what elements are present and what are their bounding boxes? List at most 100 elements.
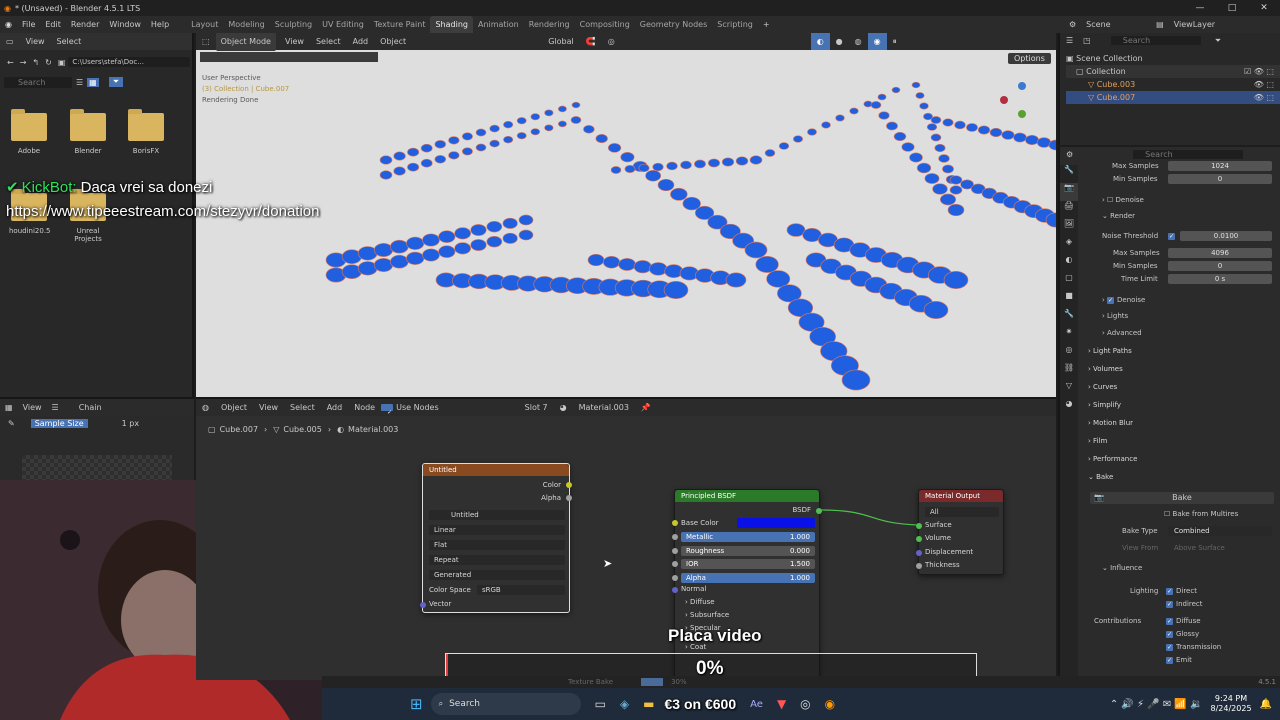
ie-view-menu[interactable]: View — [18, 403, 47, 412]
output-node-title[interactable]: Material Output — [919, 490, 1003, 502]
outliner-cube-007[interactable]: ▽ Cube.007 👁 ⬚ — [1066, 91, 1280, 104]
section-bake[interactable]: ⌄ Bake — [1088, 473, 1113, 481]
filter-icon[interactable]: ⏷ — [108, 77, 124, 87]
add-workspace-button[interactable]: + — [758, 16, 775, 33]
menu-window[interactable]: Window — [104, 16, 146, 33]
constraints-tab-icon[interactable]: ⛓ — [1060, 363, 1078, 381]
object-tab-icon[interactable]: ■ — [1060, 291, 1078, 309]
data-tab-icon[interactable]: ▽ — [1060, 381, 1078, 399]
panel-subsurface[interactable]: › Subsurface — [685, 611, 729, 619]
properties-editor-icon[interactable]: ⚙ — [1066, 150, 1073, 159]
taskbar-search[interactable]: ⌕ Search — [430, 693, 581, 715]
bsdf-field-metallic[interactable]: Metallic 1.000 — [681, 532, 815, 542]
displacement-socket[interactable] — [916, 550, 922, 556]
direct-checkbox[interactable]: ✓ Direct — [1166, 587, 1197, 595]
file-explorer-icon[interactable]: ▬ — [643, 697, 654, 711]
viewport-editor-icon[interactable]: ⬚ — [196, 33, 216, 50]
shading-solid-icon[interactable]: ● — [830, 33, 849, 50]
folder-blender[interactable]: Blender — [68, 109, 108, 155]
alpha-output-socket[interactable] — [566, 495, 572, 501]
noise-threshold-checkbox[interactable]: ✓ — [1168, 233, 1175, 240]
copilot-icon[interactable]: ◈ — [620, 697, 629, 711]
denoise-subpanel-2[interactable]: › ✓ Denoise — [1102, 296, 1145, 304]
render-subpanel[interactable]: ⌄ Render — [1102, 212, 1135, 220]
task-view-icon[interactable]: ▭ — [595, 697, 606, 711]
menu-edit[interactable]: Edit — [40, 16, 66, 33]
outliner-search[interactable]: Search — [1110, 36, 1201, 45]
color-space-dropdown[interactable]: sRGB — [477, 585, 565, 595]
tab-sculpting[interactable]: Sculpting — [270, 16, 317, 33]
fb-menu-select[interactable]: Select — [51, 37, 88, 46]
search-input[interactable]: Search — [4, 76, 72, 88]
menu-help[interactable]: Help — [146, 16, 174, 33]
new-folder-icon[interactable]: ▣ — [55, 58, 69, 67]
diffuse-checkbox[interactable]: ✓ Diffuse — [1166, 617, 1201, 625]
viewport-options-button[interactable]: Options — [1008, 53, 1051, 64]
vp-menu-object[interactable]: Object — [374, 33, 412, 50]
image-texture-node[interactable]: Untitled Color Alpha Untitled Linear Fla… — [420, 463, 572, 613]
physics-tab-icon[interactable]: ◎ — [1060, 345, 1078, 363]
transmission-checkbox[interactable]: ✓ Transmission — [1166, 643, 1221, 651]
section-volumes[interactable]: › Volumes — [1088, 365, 1123, 373]
glossy-checkbox[interactable]: ✓ Glossy — [1166, 630, 1199, 638]
vector-input-socket[interactable] — [420, 602, 426, 608]
navigation-gizmo[interactable] — [996, 78, 1046, 128]
advanced-subpanel[interactable]: › Advanced — [1102, 329, 1142, 337]
minimize-button[interactable]: — — [1184, 0, 1216, 16]
modifier-tab-icon[interactable]: 🔧 — [1060, 309, 1078, 327]
section-motion-blur[interactable]: › Motion Blur — [1088, 419, 1133, 427]
shader-node-editor[interactable]: ◍ Object View Select Add Node ✓ Use Node… — [196, 397, 1056, 680]
interpolation-dropdown[interactable]: Linear — [429, 525, 565, 535]
output-tab-icon[interactable]: 🖨 — [1060, 201, 1078, 219]
material-output-node[interactable]: Material Output All Surface Volume Displ… — [916, 489, 1004, 575]
visibility-icons[interactable]: 👁 ⬚ — [1254, 91, 1274, 104]
source-dropdown[interactable]: Generated — [429, 570, 565, 580]
outliner-cube-003[interactable]: ▽ Cube.003 👁 ⬚ — [1066, 78, 1280, 91]
menu-render[interactable]: Render — [66, 16, 104, 33]
bake-type-dropdown[interactable]: Combined — [1168, 526, 1272, 536]
clock[interactable]: 9:24 PM 8/24/2025 — [1211, 694, 1252, 714]
base-color-socket[interactable] — [672, 520, 678, 526]
parent-dir-icon[interactable]: ↰ — [29, 58, 42, 67]
mode-dropdown[interactable]: Object Mode — [215, 33, 276, 51]
snap-icon[interactable]: 🧲 — [580, 33, 602, 50]
shading-material-icon[interactable]: ◍ — [849, 33, 868, 50]
principled-bsdf-node[interactable]: Principled BSDF BSDF Base Color Metallic… — [672, 489, 822, 680]
max-samples-field[interactable]: 4096 — [1168, 248, 1272, 258]
bake-from-multires-checkbox[interactable]: ☐ Bake from Multires — [1164, 510, 1238, 518]
properties-search[interactable]: Search — [1133, 149, 1244, 159]
image-canvas[interactable] — [22, 455, 172, 481]
vp-menu-add[interactable]: Add — [347, 33, 375, 50]
ie-brush-name[interactable]: Chain — [74, 403, 107, 412]
back-icon[interactable]: ← — [4, 58, 17, 67]
tool-tab-icon[interactable]: 🔧 — [1060, 165, 1078, 183]
tab-uv-editing[interactable]: UV Editing — [317, 16, 369, 33]
overlay-icon[interactable]: ◐ — [810, 33, 830, 50]
section-light-paths[interactable]: › Light Paths — [1088, 347, 1132, 355]
view-layer-name[interactable]: ViewLayer — [1169, 16, 1220, 33]
visibility-icons[interactable]: 👁 ⬚ — [1254, 78, 1274, 91]
tab-compositing[interactable]: Compositing — [575, 16, 635, 33]
view-layer-tab-icon[interactable]: 🖼 — [1060, 219, 1078, 237]
indirect-checkbox[interactable]: ✓ Indirect — [1166, 600, 1203, 608]
display-thumbnail-icon[interactable]: ▦ — [87, 77, 99, 87]
maximize-button[interactable]: □ — [1216, 0, 1248, 16]
color-output-socket[interactable] — [566, 482, 572, 488]
image-editor-icon[interactable]: ▦ — [0, 403, 18, 412]
bake-button[interactable]: 📷 Bake — [1090, 492, 1274, 504]
sample-size-field[interactable]: 1 px — [122, 419, 139, 428]
normal-socket[interactable] — [672, 587, 678, 593]
bsdf-field-alpha[interactable]: Alpha 1.000 — [681, 573, 815, 583]
ie-menu-icon[interactable]: ☰ — [47, 403, 64, 412]
proportional-icon[interactable]: ◎ — [602, 33, 621, 50]
blender-menu-icon[interactable]: ◉ — [0, 16, 17, 33]
extension-dropdown[interactable]: Repeat — [429, 555, 565, 565]
shading-rendered-icon[interactable]: ◉ — [867, 33, 887, 50]
min-samples-top-field[interactable]: 0 — [1168, 174, 1272, 184]
pause-icon[interactable]: ⏸ — [887, 33, 903, 50]
visibility-icons[interactable]: ☑ 👁 ⬚ — [1244, 65, 1274, 78]
display-mode-icon[interactable]: ◳ — [1083, 36, 1091, 45]
brave-icon[interactable]: ▼ — [777, 697, 786, 711]
noise-threshold-field[interactable]: 0.0100 — [1180, 231, 1272, 241]
bsdf-input-socket[interactable] — [672, 575, 678, 581]
